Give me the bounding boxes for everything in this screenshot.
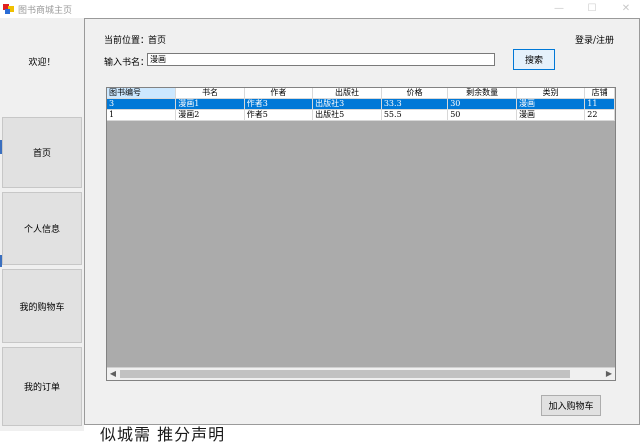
search-button-label: 搜索 — [524, 56, 543, 66]
column-header-publisher[interactable]: 出版社 — [312, 88, 382, 99]
cell-author: 作者3 — [244, 98, 314, 110]
books-grid[interactable]: 图书编号 书名 作者 出版社 价格 剩余数量 类别 店铺 3 漫画1 作者3 出… — [106, 87, 616, 381]
sidebar-item-orders[interactable]: 我的订单 — [2, 347, 82, 426]
scroll-left-icon[interactable]: ◀ — [107, 368, 119, 380]
cell-publisher: 出版社3 — [312, 98, 382, 110]
cell-author: 作者5 — [244, 109, 314, 121]
cell-publisher: 出版社5 — [312, 109, 382, 121]
cell-store: 11 — [584, 98, 615, 110]
cell-category: 漫画 — [516, 109, 586, 121]
table-row[interactable]: 1 漫画2 作者5 出版社5 55.5 50 漫画 22 — [107, 109, 615, 121]
search-label: 输入书名： — [104, 58, 150, 68]
column-header-store[interactable]: 店铺 — [584, 88, 615, 99]
cell-stock: 30 — [447, 98, 518, 110]
sidebar-item-label: 个人信息 — [23, 225, 60, 235]
sidebar-item-label: 我的购物车 — [19, 302, 65, 313]
cell-store: 22 — [584, 109, 615, 121]
title-bar: 图书商城主页 — ☐ ✕ — [0, 0, 644, 18]
cell-price: 55.5 — [381, 109, 449, 121]
maximize-icon[interactable]: ☐ — [584, 2, 600, 16]
sidebar-item-cart[interactable]: 我的购物车 — [2, 269, 82, 343]
cell-stock: 50 — [447, 109, 518, 121]
cell-id: 3 — [107, 98, 177, 110]
close-icon[interactable]: ✕ — [618, 2, 634, 16]
location-label: 当前位置： — [104, 36, 150, 46]
sidebar-item-label: 我的订单 — [23, 383, 60, 393]
cell-title: 漫画1 — [175, 98, 245, 110]
sidebar-item-label: 首页 — [32, 149, 51, 159]
scrollbar-thumb[interactable] — [120, 370, 570, 378]
books-table: 图书编号 书名 作者 出版社 价格 剩余数量 类别 店铺 3 漫画1 作者3 出… — [107, 88, 615, 121]
scroll-right-icon[interactable]: ▶ — [603, 368, 615, 380]
cell-id: 1 — [107, 109, 177, 121]
add-to-cart-button[interactable]: 加入购物车 — [541, 395, 601, 416]
sidebar-item-home[interactable]: 首页 — [2, 117, 82, 188]
table-row[interactable]: 3 漫画1 作者3 出版社3 33.3 30 漫画 11 — [107, 98, 615, 110]
column-header-stock[interactable]: 剩余数量 — [447, 88, 518, 99]
sidebar-item-profile[interactable]: 个人信息 — [2, 192, 82, 265]
column-header-id[interactable]: 图书编号 — [107, 88, 177, 99]
cell-category: 漫画 — [516, 98, 586, 110]
minimize-icon[interactable]: — — [551, 2, 567, 16]
column-header-title[interactable]: 书名 — [175, 88, 245, 99]
login-register-link[interactable]: 登录/注册 — [575, 33, 614, 46]
add-to-cart-label: 加入购物车 — [548, 402, 594, 412]
app-icon — [3, 4, 14, 14]
column-header-author[interactable]: 作者 — [244, 88, 314, 99]
horizontal-scrollbar[interactable]: ◀ ▶ — [107, 367, 615, 380]
search-button[interactable]: 搜索 — [513, 49, 555, 70]
location-value: 首页 — [148, 36, 167, 46]
welcome-text: 欢迎！ — [28, 58, 56, 68]
column-header-price[interactable]: 价格 — [381, 88, 449, 99]
window-title: 图书商城主页 — [18, 6, 73, 16]
background-window-text: 似城需 推分声明 — [100, 425, 226, 444]
column-header-category[interactable]: 类别 — [516, 88, 586, 99]
search-input[interactable]: 漫画 — [147, 53, 495, 66]
cell-title: 漫画2 — [175, 109, 245, 121]
table-header-row: 图书编号 书名 作者 出版社 价格 剩余数量 类别 店铺 — [107, 88, 615, 99]
cell-price: 33.3 — [381, 98, 449, 110]
